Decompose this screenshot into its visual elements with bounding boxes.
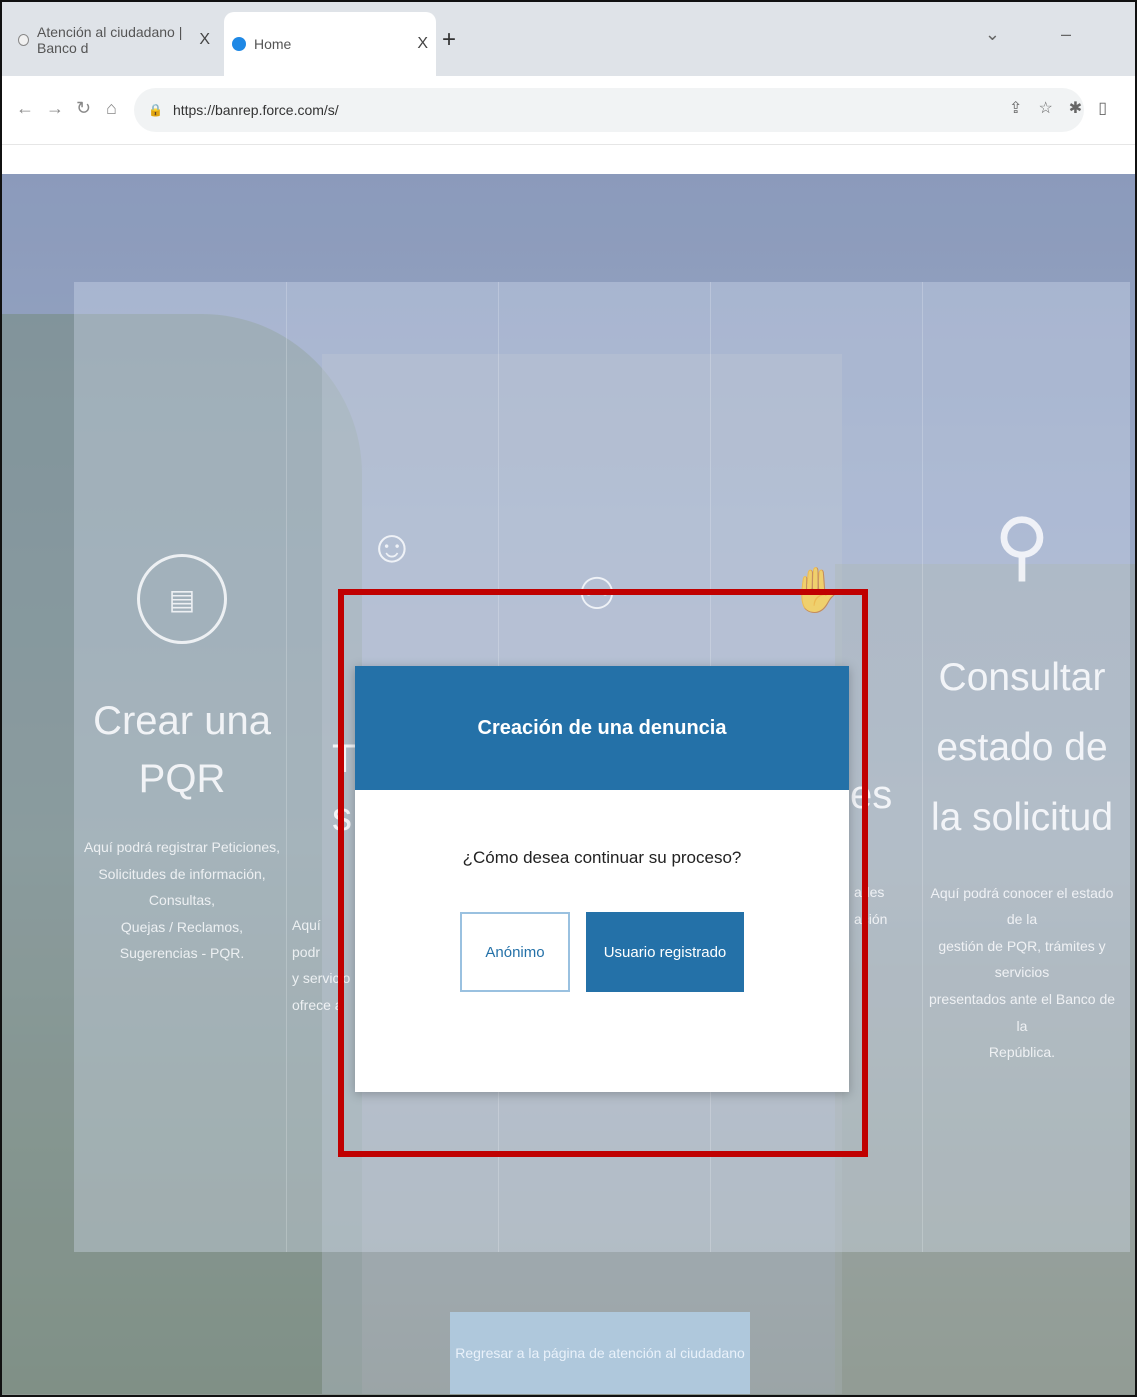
screenshot-frame — [0, 0, 1137, 1397]
